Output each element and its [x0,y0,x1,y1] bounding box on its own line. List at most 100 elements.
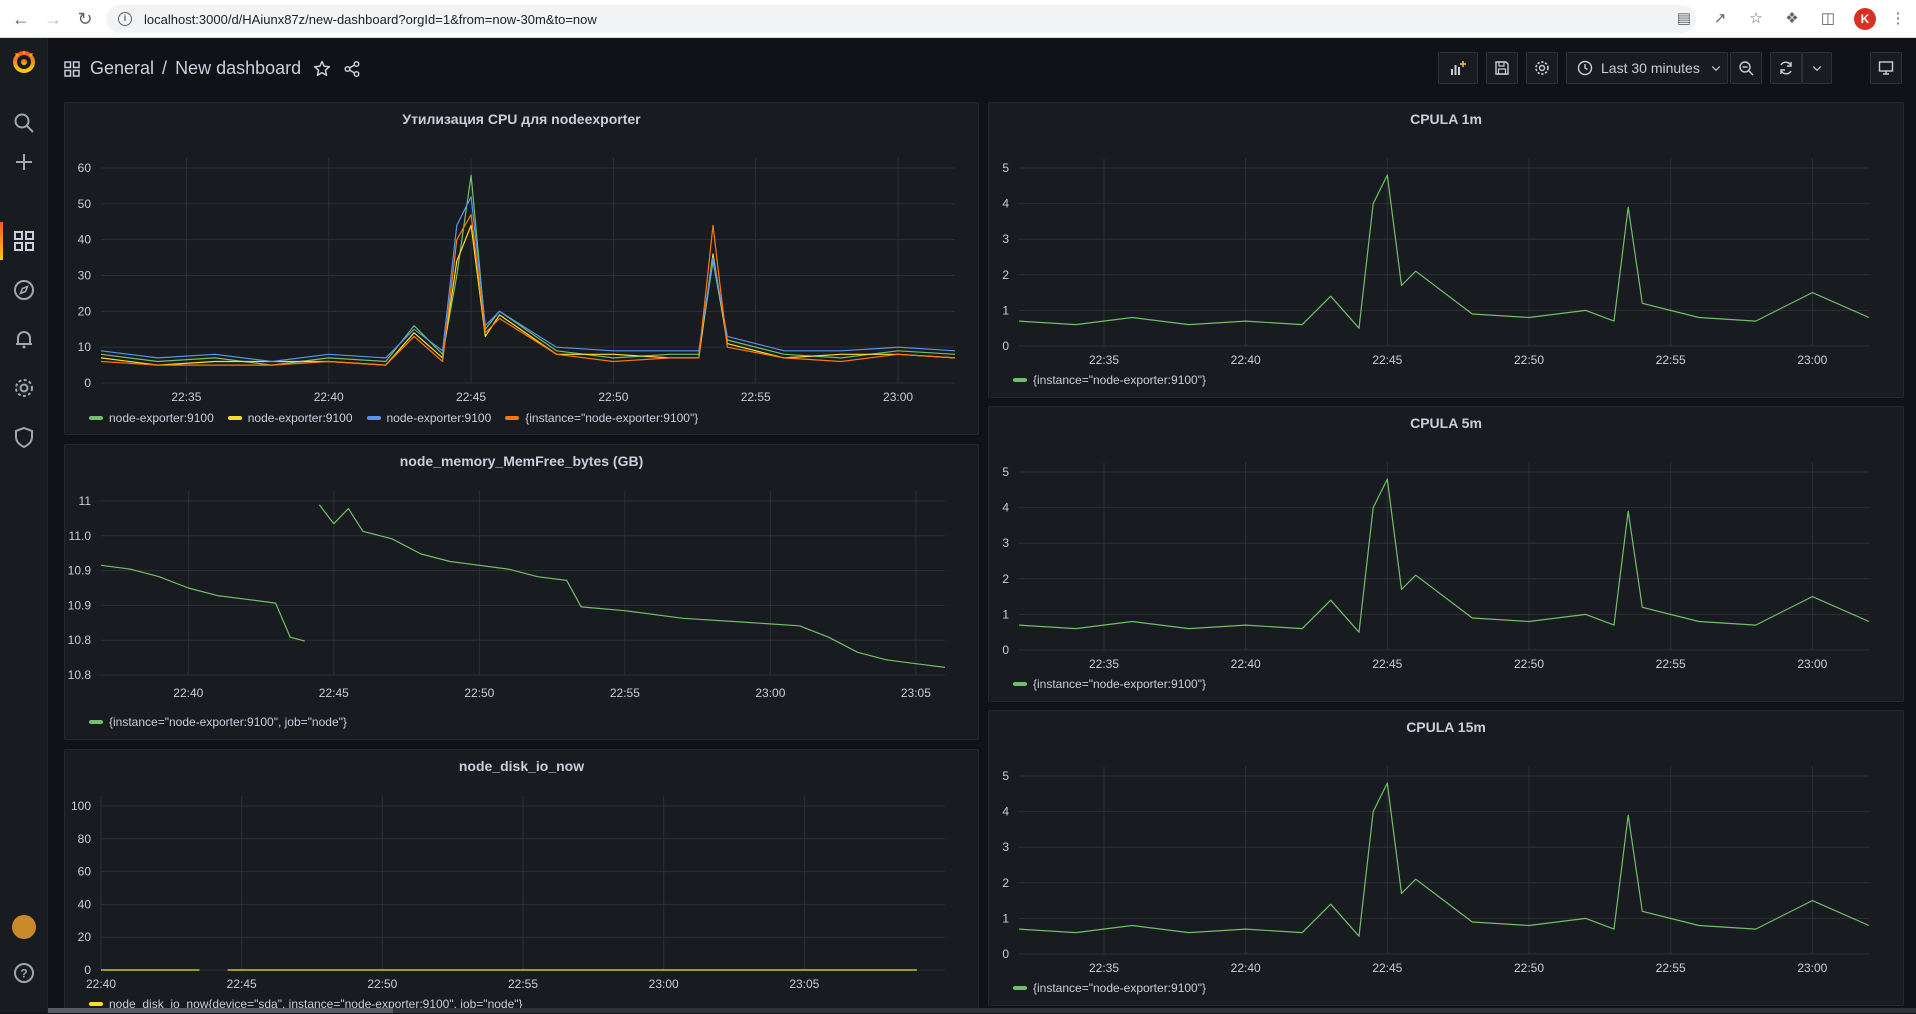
x-tick-label: 22:40 [1231,657,1261,671]
panel-legend: {instance="node-exporter:9100"} [1013,373,1220,387]
share-page-icon[interactable]: ↗ [1710,9,1730,29]
breadcrumb: General / New dashboard [64,58,361,79]
refresh-interval-dropdown[interactable] [1802,52,1832,84]
panel-cpu-utilization[interactable]: Утилизация CPU для nodeexporter 0 10 20 30 4… [64,102,979,435]
x-tick-label: 22:55 [508,977,538,991]
back-icon[interactable]: ← [10,8,32,30]
forward-icon[interactable]: → [42,8,64,30]
add-panel-button[interactable] [1438,52,1478,84]
legend-swatch [89,720,103,724]
legend-item[interactable]: {instance="node-exporter:9100"} [505,411,698,425]
y-tick-label: 60 [78,865,92,879]
grafana-logo-icon[interactable] [11,48,37,74]
user-avatar[interactable] [12,915,36,939]
x-tick-label: 22:40 [1231,961,1261,975]
dashboards-icon[interactable] [13,230,35,252]
url-text[interactable]: localhost:3000/d/HAiunx87z/new-dashboard… [144,12,597,27]
x-tick-label: 22:45 [1372,657,1402,671]
alerting-icon[interactable] [13,328,35,350]
disk-io-chart[interactable]: 0 20 40 60 80 100 22:40 22:45 22:50 22:55 23:00 23:… [65,750,980,1014]
scrollbar-thumb[interactable] [48,1008,393,1013]
y-tick-label: 40 [78,897,92,911]
x-tick-label: 22:40 [173,686,203,700]
legend-label: {instance="node-exporter:9100"} [1033,981,1206,995]
panel-cpula-5m[interactable]: CPULA 5m 0 1 2 3 4 5 22:35 22:40 22:45 22:50 22:55… [988,406,1904,702]
panel-memory-free[interactable]: node_memory_MemFree_bytes (GB) 10.8 10.8 1… [64,444,979,740]
x-tick-label: 22:55 [1656,353,1686,367]
panel-cpula-15m[interactable]: CPULA 15m 0 1 2 3 4 5 22:35 22:40 22:45 22:50 22:5… [988,710,1904,1006]
configuration-icon[interactable] [13,377,35,399]
y-tick-label: 0 [84,963,91,977]
memory-chart[interactable]: 10.8 10.8 10.9 10.9 11.0 11 22:40 22:45 22:50 22:… [65,445,980,741]
legend-item[interactable]: {instance="node-exporter:9100"} [1013,981,1206,995]
bookmark-star-icon[interactable]: ☆ [1746,9,1766,29]
y-tick-label: 20 [78,304,92,318]
add-panel-icon [1451,61,1466,75]
legend-label: {instance="node-exporter:9100"} [1033,677,1206,691]
legend-label: node-exporter:9100 [247,411,353,425]
dashboard-grid-icon [64,60,80,77]
y-tick-label: 30 [78,269,92,283]
help-icon[interactable]: ? [13,962,35,984]
horizontal-scrollbar[interactable] [48,1008,1916,1013]
x-tick-label: 22:45 [456,390,486,404]
plus-icon[interactable] [13,151,35,173]
panel-legend: node-exporter:9100 node-exporter:9100 no… [89,411,712,425]
legend-item[interactable]: node-exporter:9100 [89,411,214,425]
legend-item[interactable]: node-exporter:9100 [366,411,491,425]
search-icon[interactable] [13,112,35,134]
panel-legend: {instance="node-exporter:9100"} [1013,677,1220,691]
zoom-out-button[interactable] [1730,52,1762,84]
star-icon[interactable] [313,60,331,78]
breadcrumb-folder[interactable]: General [90,58,154,79]
share-icon[interactable] [343,60,361,78]
panel-disk-io[interactable]: node_disk_io_now 0 20 40 60 80 100 22:40 22:45 2… [64,749,979,1013]
y-tick-label: 1 [1002,303,1009,317]
extensions-icon[interactable]: ❖ [1782,9,1802,29]
translate-icon[interactable]: ▤ [1674,9,1694,29]
y-tick-label: 1 [1002,911,1009,925]
x-tick-label: 22:50 [598,390,628,404]
site-info-icon[interactable]: i [118,12,132,26]
cpu-chart[interactable]: 0 10 20 30 40 50 60 22:35 22:40 22:45 22:50 22:55 23… [65,103,980,436]
profile-avatar[interactable]: K [1854,8,1876,30]
x-tick-label: 23:00 [649,977,679,991]
legend-item[interactable]: node-exporter:9100 [227,411,353,425]
x-tick-label: 22:55 [610,686,640,700]
address-bar[interactable]: i localhost:3000/d/HAiunx87z/new-dashboa… [106,5,1696,33]
time-picker-button[interactable]: Last 30 minutes [1566,52,1728,84]
y-tick-label: 3 [1002,536,1009,550]
x-tick-label: 22:35 [1089,353,1119,367]
panel-cpula-1m[interactable]: CPULA 1m 0 1 2 3 4 5 22:35 22:40 22:45 22:50 22:55… [988,102,1904,398]
x-tick-label: 22:35 [1089,657,1119,671]
shield-icon[interactable] [13,426,35,448]
series-line [100,224,956,366]
time-range-label: Last 30 minutes [1601,60,1700,76]
save-dashboard-button[interactable] [1486,52,1518,84]
reload-icon[interactable]: ↻ [74,8,96,30]
x-tick-label: 22:45 [227,977,257,991]
refresh-button[interactable] [1770,52,1802,84]
x-tick-label: 22:45 [1372,353,1402,367]
breadcrumb-separator: / [162,58,168,78]
legend-item[interactable]: {instance="node-exporter:9100"} [1013,373,1206,387]
side-panel-icon[interactable]: ◫ [1818,9,1838,29]
legend-item[interactable]: {instance="node-exporter:9100", job="nod… [89,715,347,729]
cpula-15m-chart[interactable]: 0 1 2 3 4 5 22:35 22:40 22:45 22:50 22:55 23:00 [989,711,1905,1007]
cpula-5m-chart[interactable]: 0 1 2 3 4 5 22:35 22:40 22:45 22:50 22:55 23:00 [989,407,1905,703]
y-tick-label: 60 [78,161,92,175]
y-tick-label: 100 [71,799,91,813]
y-tick-label: 3 [1002,232,1009,246]
explore-icon[interactable] [13,279,35,301]
kiosk-mode-button[interactable] [1870,52,1902,84]
menu-kebab-icon[interactable]: ⋮ [1888,9,1908,29]
page-title[interactable]: New dashboard [175,58,301,79]
dashboard-settings-button[interactable] [1526,52,1558,84]
chevron-down-icon [1812,66,1822,72]
series-line [100,213,956,366]
y-tick-label: 4 [1002,805,1009,819]
x-tick-label: 22:55 [1656,657,1686,671]
legend-item[interactable]: {instance="node-exporter:9100"} [1013,677,1206,691]
cpula-1m-chart[interactable]: 0 1 2 3 4 5 22:35 22:40 22:45 22:50 22:55 23:00 [989,103,1905,399]
x-tick-label: 22:55 [1656,961,1686,975]
